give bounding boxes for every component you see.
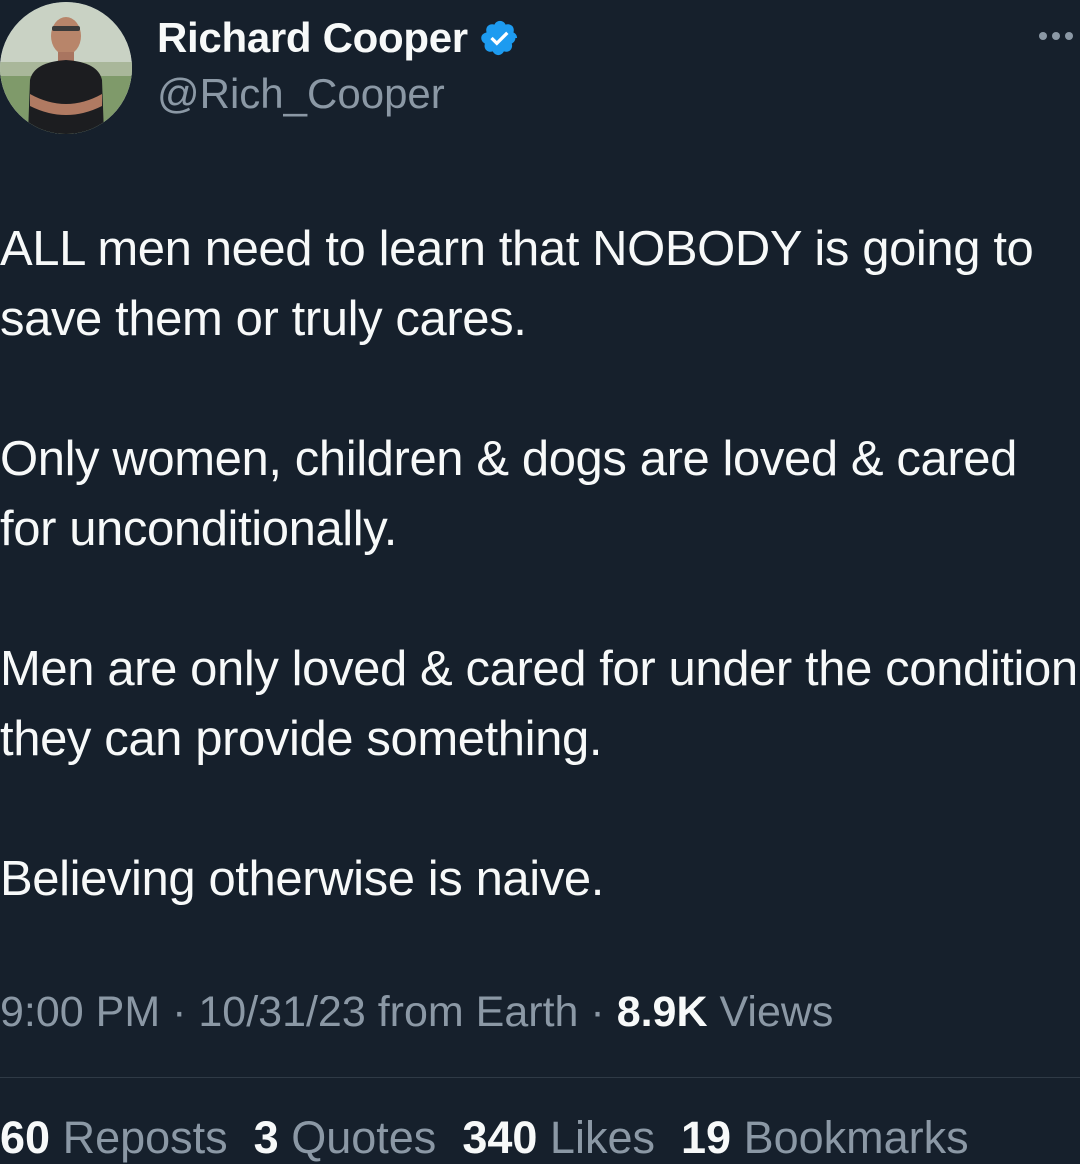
verified-badge-icon [480,18,520,58]
reposts-label: Reposts [62,1112,228,1163]
views-count[interactable]: 8.9K [617,988,708,1036]
tweet-header: Richard Cooper @Rich_Cooper [0,0,1080,140]
bookmarks-label: Bookmarks [743,1112,969,1163]
engagement-stats: 60 Reposts 3 Quotes 340 Likes 19 Bookmar… [0,1112,969,1164]
quotes-count: 3 [253,1112,279,1163]
tweet-paragraph: Believing otherwise is naive. [0,852,604,906]
quotes-stat[interactable]: 3 Quotes [254,1112,437,1164]
author-name-row: Richard Cooper [157,14,520,62]
likes-label: Likes [549,1112,655,1163]
likes-stat[interactable]: 340 Likes [462,1112,655,1164]
tweet-time[interactable]: 9:00 PM [0,988,160,1036]
more-options-icon[interactable] [1036,26,1076,46]
author-handle[interactable]: @Rich_Cooper [157,70,445,118]
avatar[interactable] [0,2,132,134]
tweet-text: ALL men need to learn that NOBODY is goi… [0,214,1080,914]
author-display-name[interactable]: Richard Cooper [157,14,468,62]
meta-separator: · [590,988,605,1036]
tweet-meta: 9:00 PM · 10/31/23 from Earth · 8.9K Vie… [0,988,833,1037]
meta-separator: · [172,988,187,1036]
likes-count: 340 [462,1112,538,1163]
quotes-label: Quotes [291,1112,437,1163]
reposts-stat[interactable]: 60 Reposts [0,1112,228,1164]
reposts-count: 60 [0,1112,51,1163]
tweet-paragraph: ALL men need to learn that NOBODY is goi… [0,222,1034,346]
tweet-paragraph: Only women, children & dogs are loved & … [0,432,1017,556]
tweet-date[interactable]: 10/31/23 [198,988,365,1036]
bookmarks-count: 19 [680,1112,732,1163]
bookmarks-stat[interactable]: 19 Bookmarks [681,1112,969,1164]
views-label[interactable]: Views [719,988,833,1036]
tweet-source: from Earth [377,988,579,1036]
tweet-paragraph: Men are only loved & cared for under the… [0,642,1078,766]
divider [0,1077,1080,1078]
